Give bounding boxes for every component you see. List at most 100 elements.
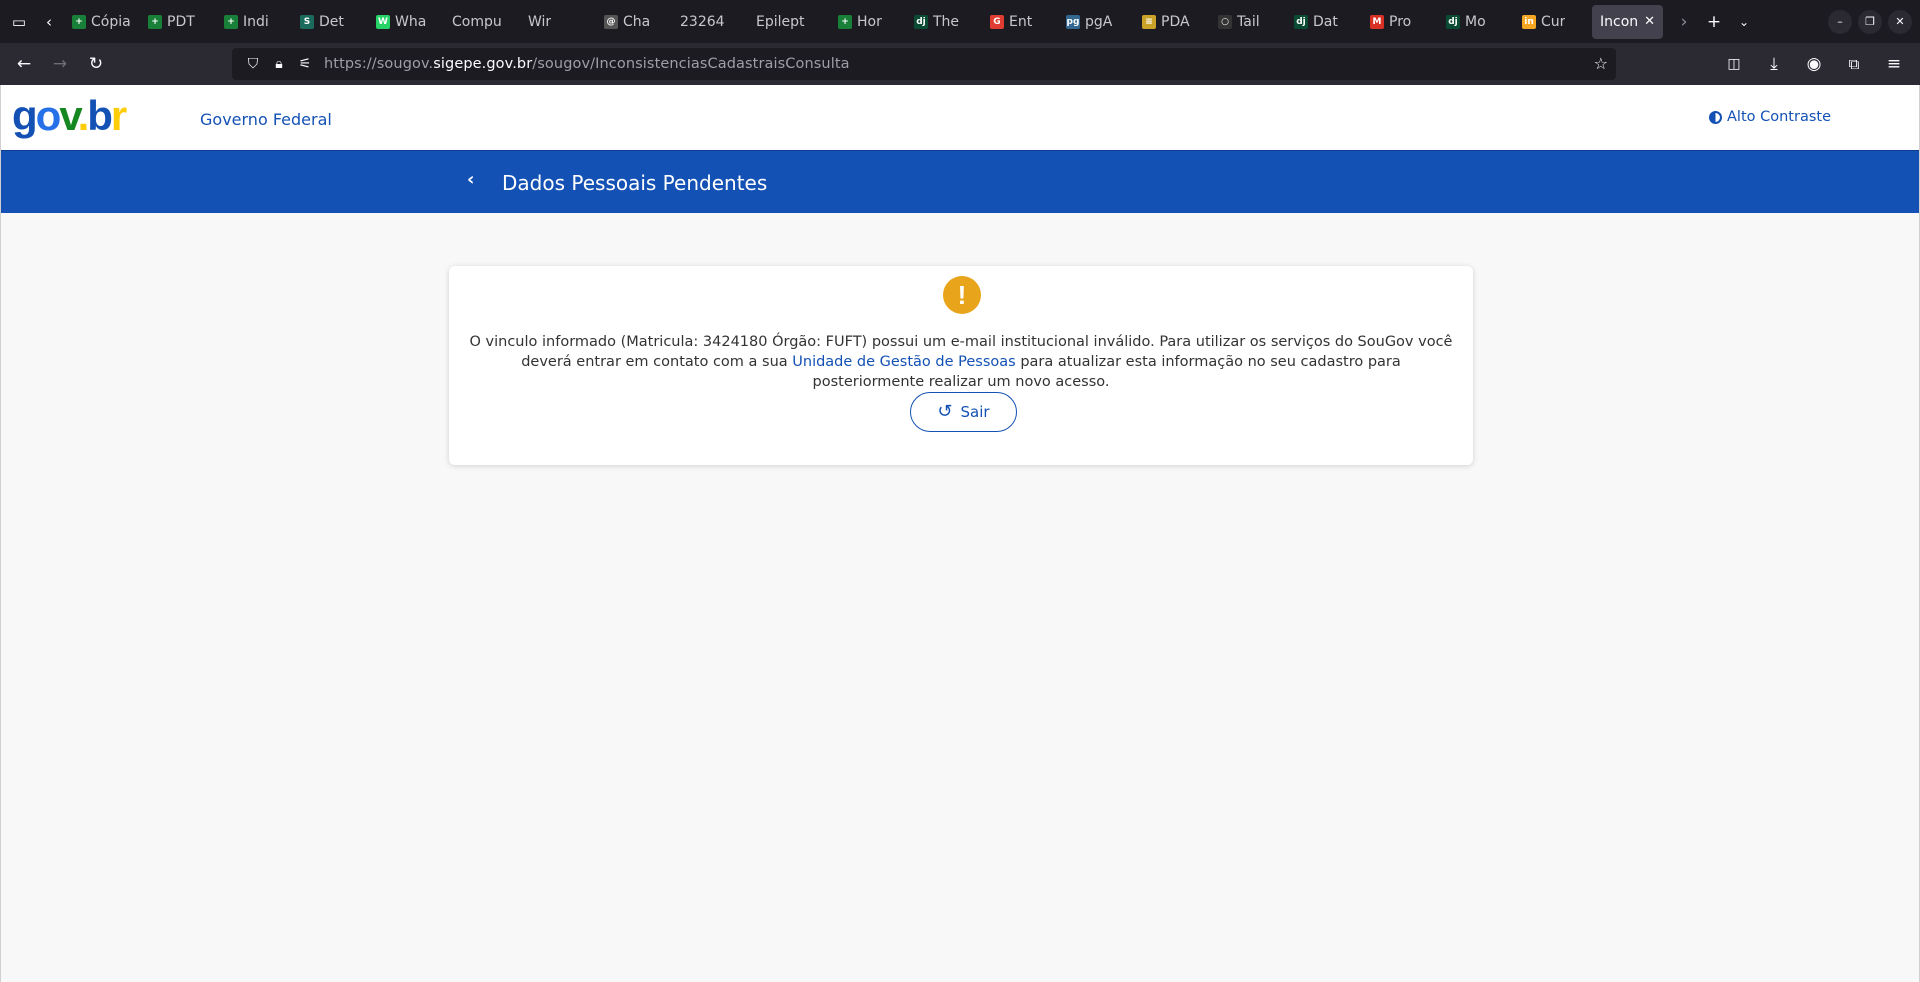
list-all-tabs-icon[interactable]: ⌄: [1729, 7, 1759, 37]
browser-tab[interactable]: ≡ PDA: [1134, 5, 1208, 39]
window-controls: – ❐ ✕: [1828, 9, 1920, 34]
tab-title: Epilept: [756, 13, 805, 30]
tab-favicon-icon: ○: [1218, 14, 1232, 29]
minimize-icon[interactable]: –: [1828, 9, 1852, 34]
tab-title: Ent: [1009, 13, 1033, 30]
back-icon[interactable]: ←: [6, 48, 42, 80]
browser-tab[interactable]: dj Dat: [1286, 5, 1360, 39]
tab-strip: + Cópia + PDT + Indi S Det W Wha Compu Wir @ Cha 23264…: [64, 5, 1588, 39]
toolbar-right: ◫ ⤓ ◉ ⧉ ≡: [1716, 48, 1912, 80]
page-title: Dados Pessoais Pendentes: [502, 171, 768, 195]
url-path: /sougov/InconsistenciasCadastraisConsult…: [532, 56, 850, 72]
downloads-icon[interactable]: ⤓: [1756, 48, 1792, 80]
browser-tab[interactable]: Wir: [520, 5, 594, 39]
forward-icon[interactable]: →: [42, 48, 78, 80]
shield-icon[interactable]: ⛉: [240, 56, 266, 72]
tab-title: Cur: [1541, 13, 1566, 30]
restore-icon[interactable]: ❐: [1858, 9, 1882, 34]
tab-title: Tail: [1237, 13, 1260, 30]
browser-tab[interactable]: + Cópia: [64, 5, 138, 39]
tab-favicon-icon: G: [990, 14, 1004, 29]
tab-title: Wir: [528, 13, 552, 30]
undo-icon: ↺: [937, 401, 953, 422]
tab-favicon-icon: W: [376, 14, 390, 29]
bookmark-star-icon[interactable]: ☆: [1594, 54, 1608, 73]
tab-title: Cha: [623, 13, 651, 30]
browser-tab[interactable]: dj Mo: [1438, 5, 1512, 39]
unidade-gestao-pessoas-link[interactable]: Unidade de Gestão de Pessoas: [792, 354, 1015, 370]
tab-title: PDT: [167, 13, 195, 30]
browser-tab[interactable]: G Ent: [982, 5, 1056, 39]
governo-federal-link[interactable]: Governo Federal: [200, 110, 332, 129]
tab-favicon-icon: pg: [1066, 14, 1080, 29]
url-bar[interactable]: ⛉ 🔒︎ ⚟ https://sougov.sigepe.gov.br/soug…: [232, 48, 1616, 80]
tab-favicon-icon: +: [148, 14, 162, 29]
tab-favicon-icon: ≡: [1142, 14, 1156, 29]
tab-favicon-icon: +: [72, 14, 86, 29]
browser-tab[interactable]: W Wha: [368, 5, 442, 39]
page-content: gov.br Governo Federal Alto Contraste ‹ …: [0, 85, 1920, 982]
reload-icon[interactable]: ↻: [78, 48, 114, 80]
sair-button[interactable]: ↺ Sair: [910, 392, 1017, 432]
page-banner: ‹ Dados Pessoais Pendentes: [1, 150, 1919, 213]
warning-card: ! O vinculo informado (Matricula: 342418…: [449, 266, 1473, 465]
tab-favicon-icon: dj: [914, 14, 928, 29]
tab-title: Mo: [1465, 13, 1486, 30]
tab-title: PDA: [1161, 13, 1190, 30]
browser-tab-bar: ▭ ‹ + Cópia + PDT + Indi S Det W Wha Compu Wir @ Cha 2…: [0, 0, 1920, 43]
tab-title: Indi: [243, 13, 269, 30]
high-contrast-toggle[interactable]: Alto Contraste: [1709, 109, 1831, 125]
tab-actions: › + ⌄: [1669, 7, 1759, 37]
close-tab-icon[interactable]: ✕: [1644, 14, 1655, 29]
account-icon[interactable]: ◉: [1796, 48, 1832, 80]
tab-favicon-icon: @: [604, 14, 618, 29]
tab-title: pgA: [1085, 13, 1113, 30]
tab-title: Incon: [1600, 13, 1639, 30]
browser-tab[interactable]: @ Cha: [596, 5, 670, 39]
browser-tab[interactable]: S Det: [292, 5, 366, 39]
sair-label: Sair: [960, 403, 990, 421]
pocket-icon[interactable]: ◫: [1716, 48, 1752, 80]
tab-title: Hor: [857, 13, 882, 30]
menu-icon[interactable]: ≡: [1876, 48, 1912, 80]
tab-scroll-right-icon[interactable]: ›: [1669, 7, 1699, 37]
logo-letter-r: r: [110, 92, 127, 139]
tab-title: Wha: [395, 13, 427, 30]
tab-title: 23264: [680, 13, 725, 30]
extensions-icon[interactable]: ⧉: [1836, 48, 1872, 80]
browser-tab[interactable]: Compu: [444, 5, 518, 39]
url-text[interactable]: https://sougov.sigepe.gov.br/sougov/Inco…: [324, 56, 850, 72]
browser-tab[interactable]: + PDT: [140, 5, 214, 39]
tab-title: Compu: [452, 13, 502, 30]
tab-favicon-icon: S: [300, 14, 314, 29]
tab-overview-icon[interactable]: ▭: [4, 7, 34, 37]
browser-tab[interactable]: in Cur: [1514, 5, 1588, 39]
browser-tab[interactable]: dj The: [906, 5, 980, 39]
site-header: gov.br Governo Federal Alto Contraste: [1, 85, 1919, 150]
browser-nav-bar: ← → ↻ ⛉ 🔒︎ ⚟ https://sougov.sigepe.gov.b…: [0, 43, 1920, 85]
govbr-logo[interactable]: gov.br: [12, 92, 127, 139]
exclamation-icon: !: [943, 276, 981, 314]
browser-tab[interactable]: + Hor: [830, 5, 904, 39]
browser-tab[interactable]: M Pro: [1362, 5, 1436, 39]
contrast-icon: [1709, 110, 1722, 124]
back-chevron-icon[interactable]: ‹: [467, 169, 474, 190]
browser-tab[interactable]: 23264: [672, 5, 746, 39]
browser-tab[interactable]: pg pgA: [1058, 5, 1132, 39]
url-prefix: https://sougov.: [324, 56, 434, 72]
tab-active[interactable]: Incon ✕: [1592, 4, 1664, 39]
tab-title: The: [933, 13, 960, 30]
browser-tab[interactable]: ○ Tail: [1210, 5, 1284, 39]
logo-letter-b: b: [87, 92, 113, 139]
tab-title: Det: [319, 13, 344, 30]
tab-favicon-icon: dj: [1446, 14, 1460, 29]
new-tab-icon[interactable]: +: [1699, 7, 1729, 37]
browser-tab[interactable]: Epilept: [748, 5, 828, 39]
permissions-icon[interactable]: ⚟: [292, 56, 318, 72]
tab-scroll-left-icon[interactable]: ‹: [34, 7, 64, 37]
window-close-icon[interactable]: ✕: [1888, 9, 1912, 34]
tab-favicon-icon: +: [838, 14, 852, 29]
browser-tab[interactable]: + Indi: [216, 5, 290, 39]
lock-icon[interactable]: 🔒︎: [266, 56, 292, 72]
logo-dot: .: [77, 92, 90, 139]
